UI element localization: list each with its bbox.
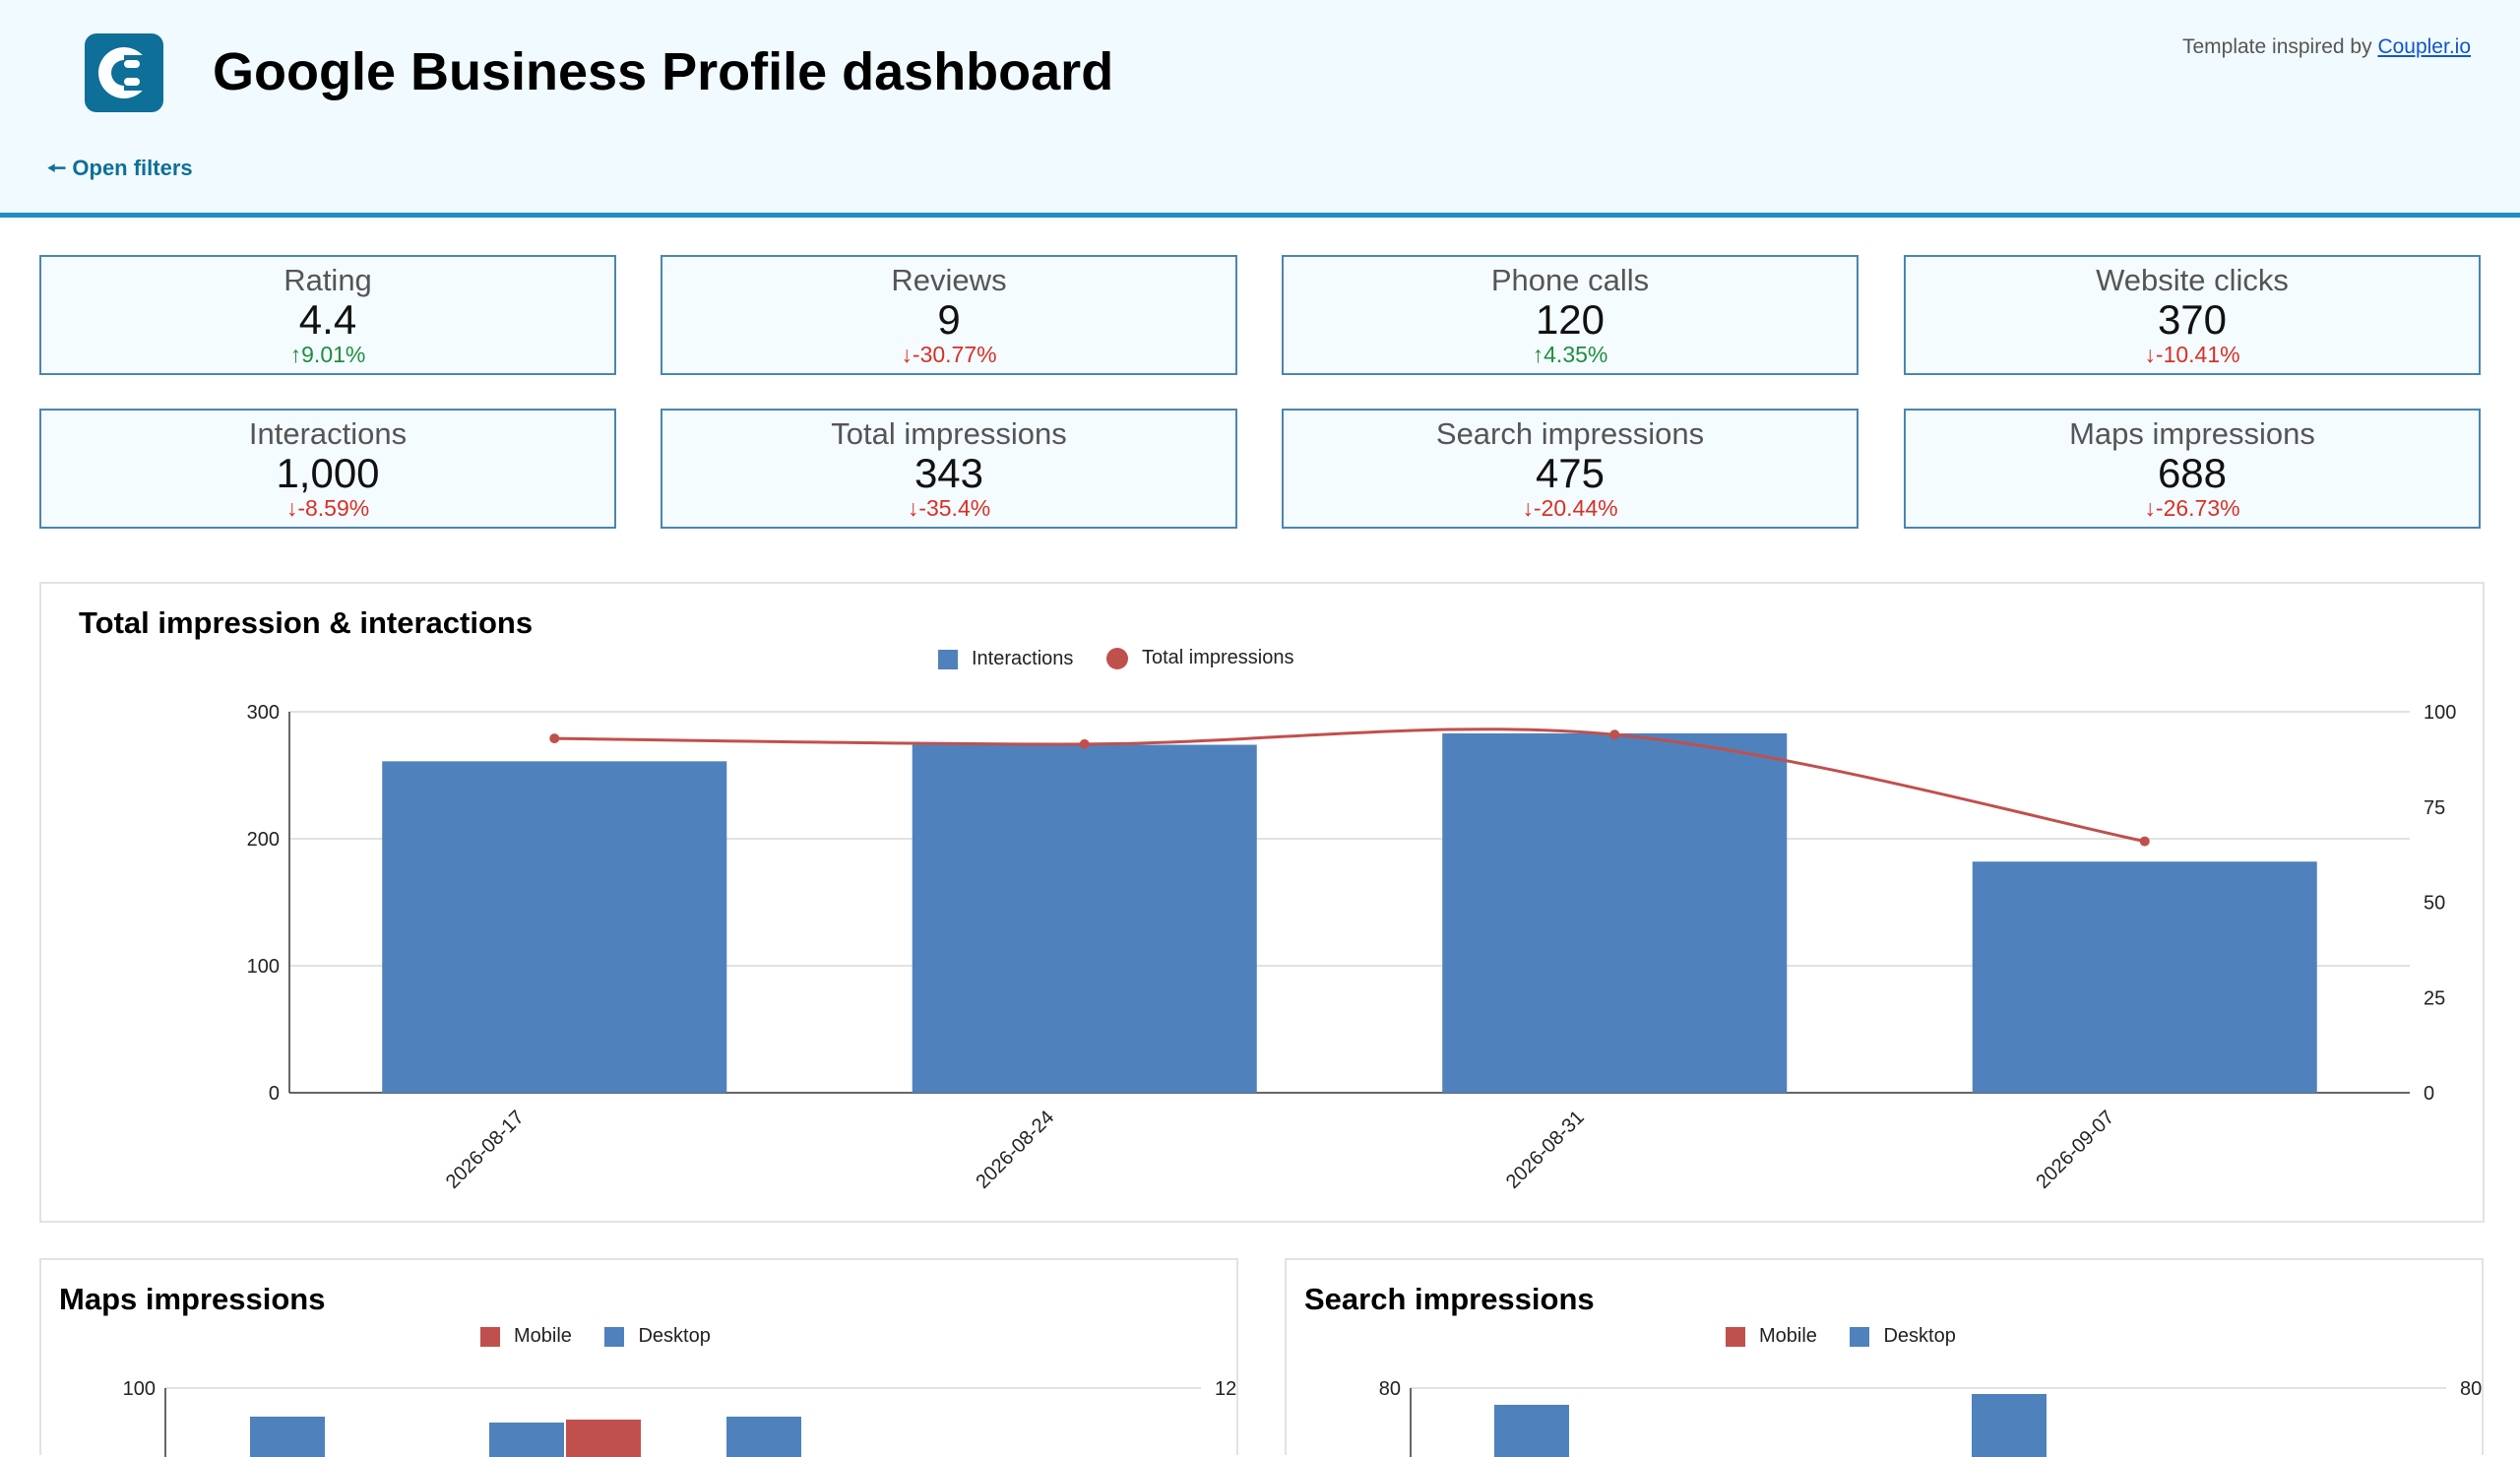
bar	[250, 1417, 325, 1457]
y-tick-label-left: 100	[247, 956, 280, 978]
kpi-value: 4.4	[298, 296, 357, 343]
arrow-down-icon: ↓	[2144, 342, 2156, 367]
kpi-label: Rating	[284, 263, 372, 297]
template-credit: Template inspired by Coupler.io	[2182, 35, 2471, 59]
kpi-value: 9	[937, 296, 961, 343]
kpi-value: 120	[1535, 296, 1606, 343]
arrow-down-icon: ↓	[1522, 495, 1534, 521]
kpi-label: Maps impressions	[2069, 416, 2315, 451]
search-bar-chart: 80 80	[1379, 1378, 2482, 1457]
impressions-interactions-panel: Total impression & interactions Interact…	[39, 582, 2485, 1223]
bar-interactions	[1972, 861, 2317, 1093]
kpi-label: Total impressions	[831, 416, 1067, 451]
y-tick-label-left: 0	[269, 1083, 280, 1105]
search-impressions-panel: Search impressions Mobile Desktop 80 80	[1285, 1258, 2484, 1457]
y-tick-label-left: 80	[1379, 1378, 1401, 1400]
page-title: Google Business Profile dashboard	[213, 42, 1114, 101]
kpi-card-website-clicks: Website clicks 370 ↓-10.41%	[1904, 255, 2481, 375]
point-total-impressions	[2139, 836, 2150, 847]
y-tick-label-left: 200	[247, 829, 280, 851]
x-tick-label: 2026-09-07	[2032, 1107, 2118, 1193]
y-tick-label-right: 50	[2424, 893, 2445, 915]
kpi-delta: ↓-30.77%	[901, 342, 997, 367]
x-tick-label: 2026-08-31	[1502, 1107, 1589, 1193]
y-tick-label-left: 100	[123, 1378, 156, 1400]
bar-interactions	[1442, 732, 1788, 1093]
kpi-card-rating: Rating 4.4 ↑9.01%	[39, 255, 616, 375]
arrow-up-icon: ↑	[289, 342, 302, 367]
kpi-card-total-impressions: Total impressions 343 ↓-35.4%	[661, 409, 1237, 529]
bar	[1972, 1394, 2047, 1457]
kpi-delta: ↓-26.73%	[2144, 495, 2240, 521]
kpi-card-search-impressions: Search impressions 475 ↓-20.44%	[1282, 409, 1858, 529]
kpi-label: Phone calls	[1490, 263, 1650, 297]
y-tick-label-right: 125	[1215, 1378, 1236, 1400]
kpi-delta: ↓-10.41%	[2144, 342, 2240, 367]
combo-chart: 0 100 200 300 0 25 50 75 100 2026-08-17 2026-08-24…	[247, 702, 2457, 1193]
credit-prefix: Template inspired by	[2181, 35, 2372, 58]
kpi-card-phone-calls: Phone calls 120 ↑4.35%	[1282, 255, 1858, 375]
point-total-impressions	[1079, 738, 1090, 749]
kpi-card-maps-impressions: Maps impressions 688 ↓-26.73%	[1904, 409, 2481, 529]
point-total-impressions	[549, 733, 560, 744]
y-tick-label-right: 25	[2424, 987, 2445, 1009]
x-tick-label: 2026-08-24	[972, 1107, 1058, 1193]
kpi-value: 1,000	[276, 450, 380, 496]
bar	[566, 1420, 641, 1457]
maps-impressions-panel: Maps impressions Mobile Desktop 100125	[39, 1258, 1238, 1457]
open-filters-label: Open filters	[72, 156, 193, 180]
bar	[489, 1423, 564, 1457]
y-tick-label-right: 75	[2424, 797, 2445, 819]
point-total-impressions	[1609, 729, 1620, 740]
kpi-value: 370	[2157, 296, 2228, 343]
bar	[726, 1417, 801, 1457]
arrow-up-icon: ↑	[1532, 342, 1544, 367]
bar	[1494, 1405, 1569, 1457]
kpi-delta: ↓-8.59%	[285, 495, 370, 521]
y-tick-label-right: 0	[2424, 1083, 2434, 1105]
kpi-value: 343	[914, 450, 984, 496]
kpi-label: Website clicks	[2096, 263, 2289, 297]
kpi-label: Search impressions	[1435, 416, 1705, 451]
bar-interactions	[912, 744, 1257, 1093]
kpi-delta: ↑9.01%	[289, 342, 366, 367]
arrow-down-icon: ↓	[901, 342, 913, 367]
open-filters-link[interactable]: 🠔 Open filters	[47, 152, 193, 189]
dashboard-header: Google Business Profile dashboard 🠔 Open…	[0, 0, 2520, 218]
kpi-label: Reviews	[891, 263, 1007, 297]
kpi-label: Interactions	[248, 416, 408, 451]
y-tick-label-left: 300	[247, 702, 280, 724]
kpi-delta: ↓-20.44%	[1522, 495, 1618, 521]
arrow-left-icon: 🠔	[47, 156, 67, 180]
kpi-delta: ↑4.35%	[1532, 342, 1608, 367]
kpi-value: 688	[2157, 450, 2228, 496]
y-tick-label-right: 100	[2424, 702, 2456, 724]
line-total-impressions	[554, 728, 2146, 844]
maps-bar-chart: 100 125	[123, 1378, 1236, 1457]
kpi-card-reviews: Reviews 9 ↓-30.77%	[661, 255, 1237, 375]
kpi-value: 475	[1535, 450, 1606, 496]
coupler-logo-icon	[85, 33, 163, 112]
kpi-delta: ↓-35.4%	[907, 495, 991, 521]
arrow-down-icon: ↓	[907, 495, 919, 521]
arrow-down-icon: ↓	[285, 495, 298, 521]
arrow-down-icon: ↓	[2144, 495, 2156, 521]
kpi-card-interactions: Interactions 1,000 ↓-8.59%	[39, 409, 616, 529]
y-tick-label-right: 80	[2460, 1378, 2482, 1400]
x-tick-label: 2026-08-17	[442, 1107, 529, 1193]
bar-interactions	[382, 761, 727, 1093]
coupler-link[interactable]: Coupler.io	[2377, 35, 2471, 58]
